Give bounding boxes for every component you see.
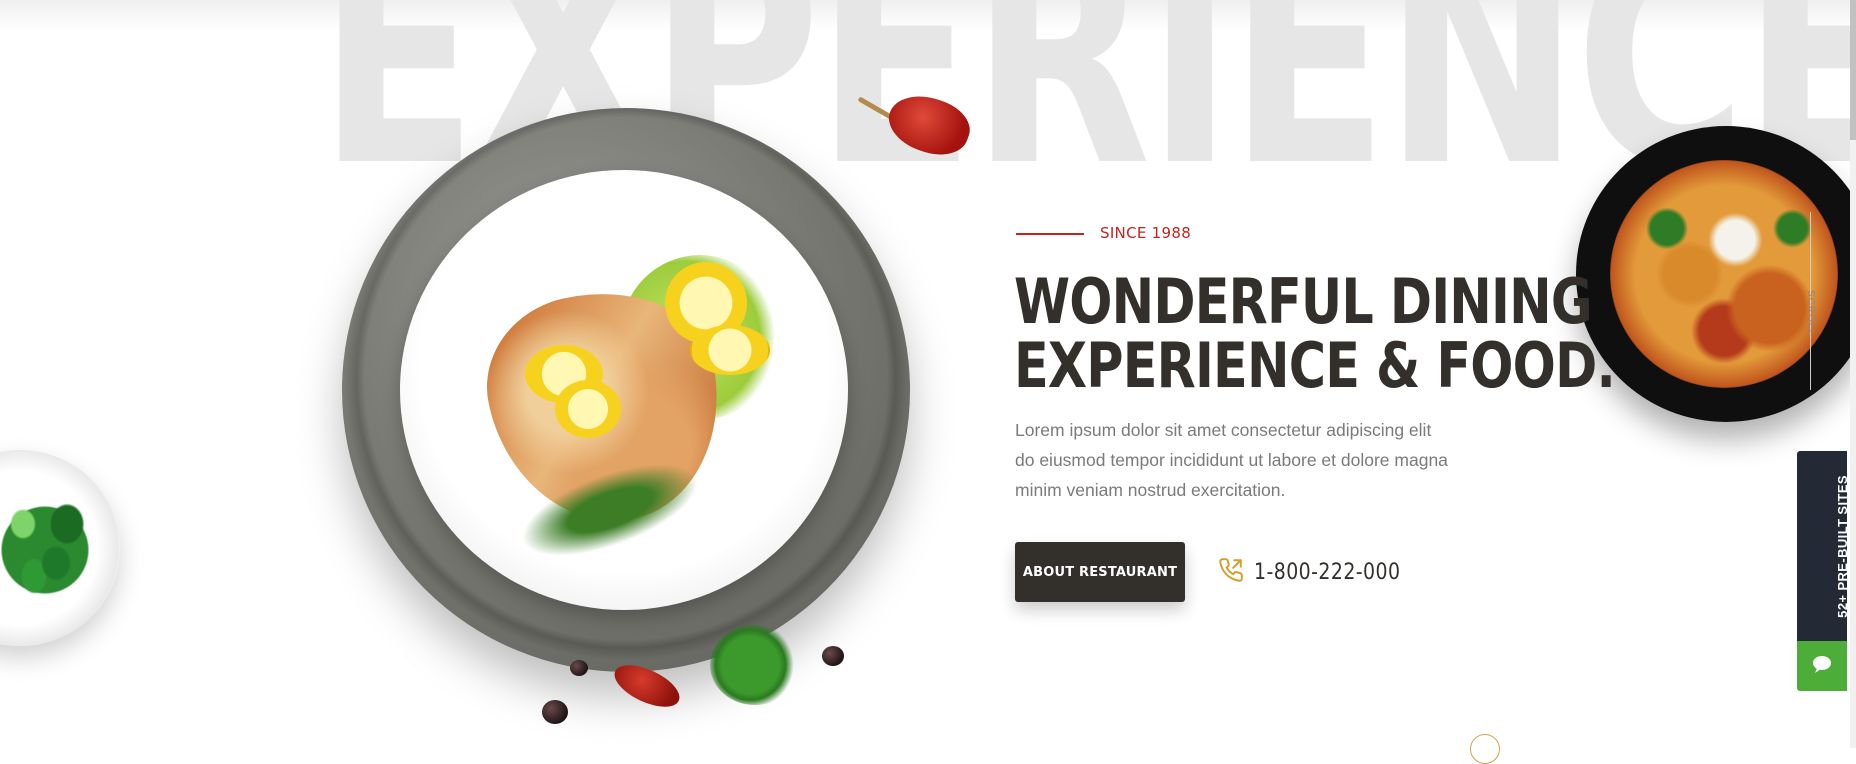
since-label: SINCE 1988 <box>1100 224 1192 242</box>
about-restaurant-button[interactable]: ABOUT RESTAURANT <box>1015 542 1185 602</box>
chat-bubble-icon <box>1812 655 1832 678</box>
scallion-greens <box>0 485 100 615</box>
hero-headline: WONDERFUL DINING EXPERIENCE & FOOD. <box>1014 265 1616 402</box>
scallion-bowl-image <box>0 450 120 646</box>
side-rail-label: SCROLL <box>1805 290 1816 337</box>
headline-line-2: EXPERIENCE & FOOD. <box>1014 329 1616 402</box>
since-divider <box>1016 233 1084 235</box>
headline-line-1: WONDERFUL DINING <box>1014 265 1593 338</box>
phone-link[interactable]: 1-800-222-000 <box>1218 557 1424 588</box>
parsley-image <box>710 625 800 705</box>
scrollbar-thumb[interactable] <box>1850 0 1856 140</box>
lemon-slice <box>555 380 621 438</box>
peppercorn <box>822 646 844 666</box>
prebuilt-sites-tab[interactable]: 52+ PRE-BUILT SITES <box>1797 451 1850 641</box>
phone-number: 1-800-222-000 <box>1254 560 1401 585</box>
hero-description: Lorem ipsum dolor sit amet consectetur a… <box>1015 420 1448 500</box>
penne-pasta-image <box>1610 160 1838 388</box>
peppercorn <box>542 700 568 724</box>
chat-button[interactable] <box>1797 641 1847 691</box>
peppercorn <box>570 660 588 676</box>
scroll-down-button[interactable] <box>1470 734 1500 764</box>
prebuilt-sites-label: 52+ PRE-BUILT SITES <box>1835 475 1850 618</box>
lemon-slice <box>690 325 770 375</box>
phone-call-icon <box>1218 557 1244 588</box>
